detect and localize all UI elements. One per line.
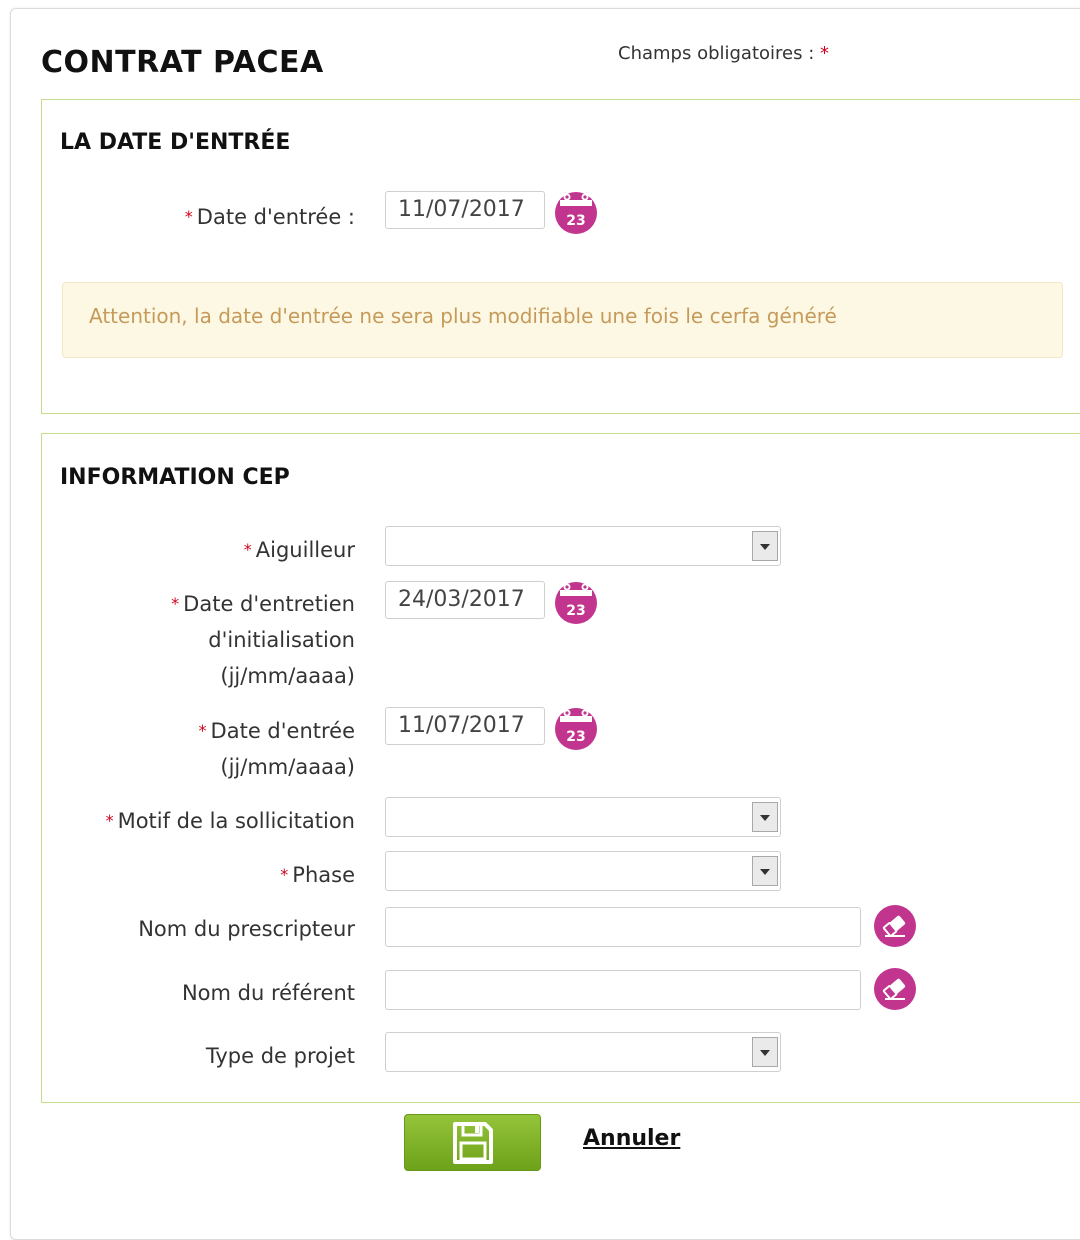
- motif-select[interactable]: [385, 797, 781, 837]
- required-asterisk: *: [171, 594, 180, 613]
- required-note-text: Champs obligatoires :: [618, 43, 815, 64]
- cancel-link[interactable]: Annuler: [583, 1126, 680, 1151]
- section-title-entry-date: LA DATE D'ENTRÉE: [60, 130, 291, 155]
- entry-date-input[interactable]: 11/07/2017: [385, 191, 545, 229]
- required-asterisk: *: [280, 865, 289, 884]
- svg-text:23: 23: [566, 213, 585, 229]
- calendar-icon[interactable]: 23: [553, 188, 599, 234]
- interview-date-label: * Date d'entretien d'initialisation (jj/m…: [171, 592, 355, 688]
- prescripteur-label: Nom du prescripteur: [138, 917, 355, 941]
- aiguilleur-label: * Aiguilleur: [243, 538, 355, 562]
- section-entry-date: LA DATE D'ENTRÉE * Date d'entrée : 11/07/…: [41, 99, 1080, 414]
- referent-input[interactable]: [385, 970, 861, 1010]
- required-asterisk: *: [184, 207, 193, 226]
- calendar-icon[interactable]: 23: [553, 578, 599, 624]
- aiguilleur-select[interactable]: [385, 526, 781, 566]
- prescripteur-input[interactable]: [385, 907, 861, 947]
- chevron-down-icon[interactable]: [752, 1037, 778, 1067]
- phase-select[interactable]: [385, 851, 781, 891]
- chevron-down-icon[interactable]: [752, 531, 778, 561]
- cep-entry-date-label: * Date d'entrée (jj/mm/aaaa): [198, 719, 355, 779]
- eraser-icon[interactable]: [873, 967, 917, 1011]
- section-title-cep: INFORMATION CEP: [60, 465, 290, 490]
- project-type-label: Type de projet: [205, 1044, 355, 1068]
- cep-entry-date-input[interactable]: 11/07/2017: [385, 707, 545, 745]
- form-panel: CONTRAT PACEA Champs obligatoires : * LA…: [10, 8, 1080, 1240]
- required-asterisk: *: [198, 721, 207, 740]
- calendar-icon[interactable]: 23: [553, 704, 599, 750]
- save-button[interactable]: [404, 1114, 541, 1171]
- entry-date-label: * Date d'entrée :: [184, 205, 355, 229]
- required-fields-note: Champs obligatoires : *: [618, 43, 829, 64]
- section-cep-info: INFORMATION CEP * Aiguilleur * Date d'entr…: [41, 433, 1080, 1103]
- interview-date-input[interactable]: 24/03/2017: [385, 581, 545, 619]
- svg-text:23: 23: [566, 729, 585, 745]
- required-asterisk: *: [820, 43, 830, 64]
- warning-alert: Attention, la date d'entrée ne sera plus…: [62, 282, 1063, 358]
- eraser-icon[interactable]: [873, 904, 917, 948]
- phase-label: * Phase: [280, 863, 355, 887]
- floppy-disk-icon: [453, 1122, 493, 1164]
- referent-label: Nom du référent: [181, 981, 355, 1005]
- page-title: CONTRAT PACEA: [41, 45, 324, 80]
- project-type-select[interactable]: [385, 1032, 781, 1072]
- chevron-down-icon[interactable]: [752, 802, 778, 832]
- svg-text:23: 23: [566, 603, 585, 619]
- required-asterisk: *: [243, 540, 252, 559]
- required-asterisk: *: [105, 811, 114, 830]
- motif-label: * Motif de la sollicitation: [105, 809, 355, 833]
- chevron-down-icon[interactable]: [752, 856, 778, 886]
